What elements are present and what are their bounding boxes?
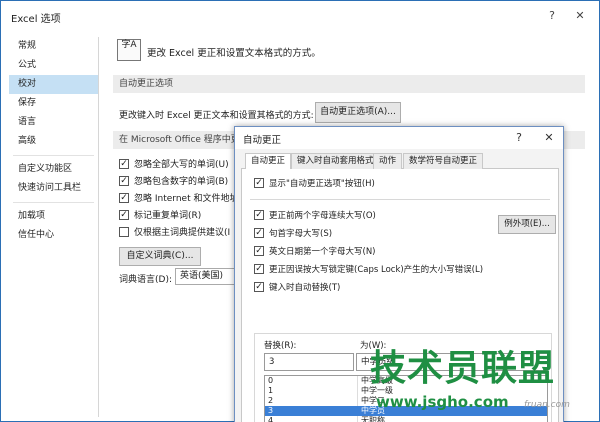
autocorrect-options-button[interactable]: 自动更正选项(A)... (315, 102, 401, 123)
autocorrect-option-3[interactable]: ✓ 更正因误按大写锁定键(Caps Lock)产生的大小写错误(L) (254, 263, 483, 277)
dictionary-language-label: 词典语言(D): (119, 275, 172, 285)
nav-item-0[interactable]: 常规 (9, 37, 98, 56)
autocorrect-option-4[interactable]: ✓ 键入时自动替换(T) (254, 281, 340, 295)
option-checkbox[interactable]: ✓ (254, 227, 264, 238)
watermark: 技术员联盟 www.jsgho.com fruan.com (370, 348, 596, 420)
option-checkbox[interactable] (119, 226, 129, 237)
nav-item-8[interactable]: 加载项 (9, 207, 98, 226)
dialog-help-icon[interactable]: ? (511, 130, 527, 146)
spelling-option-2[interactable]: ✓ 忽略 Internet 和文件地址 (119, 191, 238, 207)
proofing-icon: 字A (117, 39, 141, 61)
autocorrect-row-label: 更改键入时 Excel 更正文本和设置其格式的方式: (119, 111, 314, 121)
entry-key: 0 (268, 376, 274, 385)
option-checkbox[interactable]: ✓ (254, 263, 264, 274)
spelling-option-3[interactable]: ✓ 标记重复单词(R) (119, 208, 201, 224)
option-checkbox[interactable]: ✓ (254, 209, 264, 220)
nav-item-6[interactable]: 自定义功能区 (9, 160, 98, 179)
nav-item-9[interactable]: 信任中心 (9, 226, 98, 245)
option-checkbox[interactable]: ✓ (119, 175, 129, 186)
nav-item-5[interactable]: 高级 (9, 132, 98, 151)
option-label: 标记重复单词(R) (134, 211, 202, 221)
main-titlebar: Excel 选项 ? ✕ (1, 1, 599, 31)
dictionary-language-select[interactable]: 英语(美国) (175, 268, 239, 285)
nav-separator (13, 202, 94, 203)
spelling-option-1[interactable]: ✓ 忽略包含数字的单词(B) (119, 174, 228, 190)
dialog-tab-3[interactable]: 数学符号自动更正 (403, 153, 484, 169)
nav-item-3[interactable]: 保存 (9, 94, 98, 113)
spelling-option-4[interactable]: 仅根据主词典提供建议(I (119, 225, 230, 241)
replace-label: 替换(R): (264, 341, 297, 351)
autocorrect-section-title: 自动更正选项 (113, 75, 585, 93)
option-checkbox[interactable]: ✓ (119, 192, 129, 203)
show-buttons-label: 显示"自动更正选项"按钮(H) (269, 179, 375, 189)
left-nav: 常规 公式 校对 保存 语言 高级自定义功能区 快速访问工具栏 加载项 信任中心 (9, 37, 99, 417)
show-buttons-option[interactable]: ✓ 显示"自动更正选项"按钮(H) (254, 177, 375, 191)
option-label: 忽略包含数字的单词(B) (134, 177, 229, 187)
separator (250, 199, 550, 200)
dialog-title: 自动更正 (243, 135, 282, 146)
option-checkbox[interactable]: ✓ (119, 209, 129, 220)
window-title: Excel 选项 (11, 14, 61, 25)
entry-key: 1 (268, 386, 274, 395)
show-buttons-checkbox[interactable]: ✓ (254, 177, 264, 188)
option-checkbox[interactable]: ✓ (254, 281, 264, 292)
option-checkbox[interactable]: ✓ (254, 245, 264, 256)
close-icon[interactable]: ✕ (571, 7, 589, 25)
nav-item-2[interactable]: 校对 (9, 75, 98, 94)
option-checkbox[interactable]: ✓ (119, 158, 129, 169)
nav-separator (13, 155, 94, 156)
autocorrect-option-1[interactable]: ✓ 句首字母大写(S) (254, 227, 332, 241)
proofing-description: 更改 Excel 更正和设置文本格式的方式。 (147, 48, 321, 59)
entry-key: 4 (268, 416, 274, 422)
entry-key: 2 (268, 396, 274, 405)
entry-key: 3 (268, 406, 274, 415)
nav-item-7[interactable]: 快速访问工具栏 (9, 179, 98, 198)
option-label: 句首字母大写(S) (269, 229, 333, 239)
watermark-logo: 技术员联盟 (370, 348, 556, 389)
dialog-close-icon[interactable]: ✕ (541, 130, 557, 146)
option-label: 键入时自动替换(T) (269, 283, 341, 293)
dialog-tab-1[interactable]: 键入时自动套用格式 (291, 153, 380, 169)
custom-dictionaries-button[interactable]: 自定义词典(C)... (119, 247, 201, 266)
option-label: 更正因误按大写锁定键(Caps Lock)产生的大小写错误(L) (269, 265, 484, 275)
autocorrect-option-2[interactable]: ✓ 英文日期第一个字母大写(N) (254, 245, 376, 259)
spelling-option-0[interactable]: ✓ 忽略全部大写的单词(U) (119, 157, 229, 173)
option-label: 更正前两个字母连续大写(O) (269, 211, 376, 221)
option-label: 忽略 Internet 和文件地址 (134, 194, 239, 204)
dialog-tabs: 自动更正 键入时自动套用格式 动作 数学符号自动更正 (241, 153, 559, 170)
dialog-tab-2[interactable]: 动作 (373, 153, 403, 169)
exceptions-button[interactable]: 例外项(E)... (498, 215, 556, 234)
help-icon[interactable]: ? (543, 7, 561, 25)
nav-item-1[interactable]: 公式 (9, 56, 98, 75)
option-label: 仅根据主词典提供建议(I (134, 228, 231, 238)
dialog-titlebar: 自动更正 ? ✕ (235, 127, 563, 149)
dialog-tab-0[interactable]: 自动更正 (245, 153, 292, 170)
nav-item-4[interactable]: 语言 (9, 113, 98, 132)
replace-input[interactable]: 3 (264, 353, 354, 371)
autocorrect-option-0[interactable]: ✓ 更正前两个字母连续大写(O) (254, 209, 376, 223)
watermark-url: www.jsgho.com (376, 393, 509, 411)
option-label: 英文日期第一个字母大写(N) (269, 247, 376, 257)
watermark-brand: fruan.com (524, 400, 570, 410)
option-label: 忽略全部大写的单词(U) (134, 160, 229, 170)
